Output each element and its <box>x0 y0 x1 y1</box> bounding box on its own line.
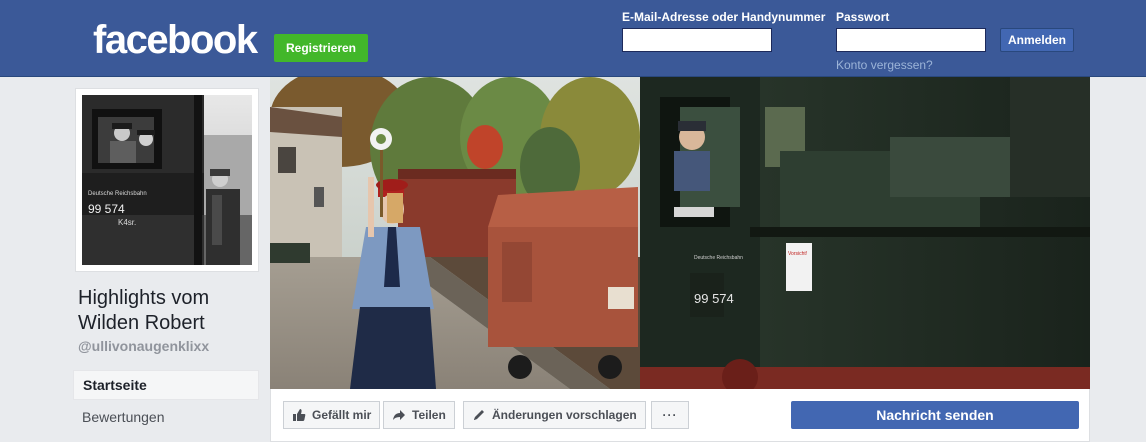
pencil-icon <box>474 410 484 420</box>
page-action-bar: Gefällt mir Teilen Änderungen vorschlage… <box>270 389 1090 442</box>
cover-loco-number: 99 574 <box>694 291 734 306</box>
register-button[interactable]: Registrieren <box>274 34 368 62</box>
facebook-logo[interactable]: facebook <box>93 20 258 60</box>
page-title: Highlights vom Wilden Robert <box>78 287 210 334</box>
email-input[interactable] <box>622 28 772 52</box>
cover-plate-text: Deutsche Reichsbahn <box>694 255 743 261</box>
top-navigation-bar: facebook Registrieren E-Mail-Adresse ode… <box>0 0 1146 77</box>
cover-warning-sign: Vorsicht! <box>788 251 807 257</box>
more-options-button[interactable]: ··· <box>651 401 689 429</box>
password-label: Passwort <box>836 10 890 24</box>
share-arrow-icon <box>393 410 405 420</box>
profile-loco-number: 99 574 <box>88 202 125 216</box>
password-input[interactable] <box>836 28 986 52</box>
profile-plate-text: Deutsche Reichsbahn <box>88 191 147 197</box>
more-icon: ··· <box>662 408 678 422</box>
share-button[interactable]: Teilen <box>383 401 455 429</box>
thumbs-up-icon <box>293 409 306 421</box>
suggest-edits-label: Änderungen vorschlagen <box>492 408 637 422</box>
share-label: Teilen <box>412 408 446 422</box>
profile-loco-class: K4sr. <box>118 218 136 227</box>
cover-photo[interactable]: 99 574 Deutsche Reichsbahn Vorsicht! <box>270 77 1090 389</box>
suggest-edits-button[interactable]: Änderungen vorschlagen <box>463 401 646 429</box>
email-label: E-Mail-Adresse oder Handynummer <box>622 10 826 24</box>
cover-photo-train-scene: 99 574 Deutsche Reichsbahn Vorsicht! <box>270 77 1090 389</box>
like-label: Gefällt mir <box>312 408 372 422</box>
send-message-button[interactable]: Nachricht senden <box>791 401 1079 429</box>
like-button[interactable]: Gefällt mir <box>283 401 381 429</box>
nav-item-bewertungen[interactable]: Bewertungen <box>73 402 259 432</box>
login-button[interactable]: Anmelden <box>1000 28 1074 52</box>
profile-photo-locomotive: Deutsche Reichsbahn 99 574 K4sr. <box>82 95 252 265</box>
nav-item-startseite[interactable]: Startseite <box>73 370 259 400</box>
profile-picture[interactable]: Deutsche Reichsbahn 99 574 K4sr. <box>75 88 259 272</box>
page-handle[interactable]: @ullivonaugenklixx <box>78 338 209 354</box>
forgot-account-link[interactable]: Konto vergessen? <box>836 58 933 72</box>
